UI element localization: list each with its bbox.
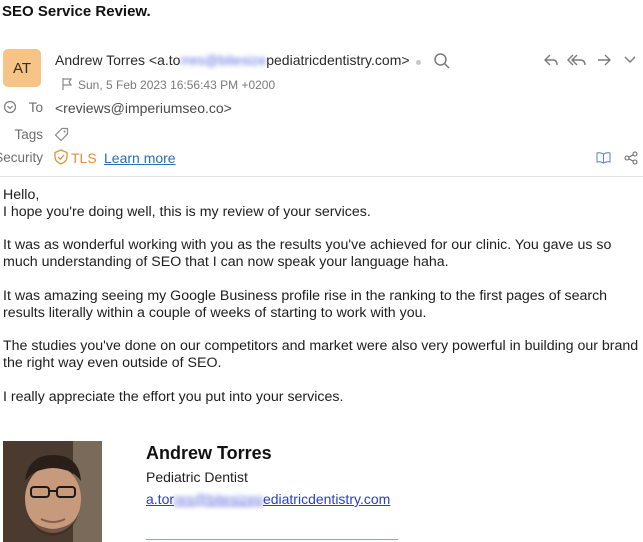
sent-date: Sun, 5 Feb 2023 16:56:43 PM +0200 [78, 78, 276, 92]
share-icon[interactable] [624, 151, 638, 165]
sender-email[interactable]: <a.torres@bitesizepediatricdentistry.com… [149, 52, 410, 68]
reply-all-icon[interactable] [567, 52, 587, 68]
tags-label: Tags [14, 127, 43, 142]
tag-icon[interactable] [54, 127, 69, 142]
flag-icon[interactable] [61, 77, 73, 91]
signature-name: Andrew Torres [146, 443, 272, 463]
shield-icon [54, 149, 68, 165]
signature-photo [3, 441, 102, 542]
to-label: To [28, 100, 43, 115]
to-recipient[interactable]: <reviews@imperiumseo.co> [55, 100, 232, 116]
book-icon[interactable] [596, 151, 611, 164]
search-icon[interactable] [433, 52, 451, 70]
sender-line[interactable]: Andrew Torres <a.torres@bitesizepediatri… [55, 52, 410, 68]
expand-recipients-icon[interactable] [3, 100, 17, 114]
sender-name: Andrew Torres [55, 52, 146, 68]
avatar[interactable]: AT [3, 49, 41, 87]
tls-label: TLS [71, 150, 97, 166]
forward-icon[interactable] [596, 52, 612, 68]
email-subject: SEO Service Review. [2, 3, 151, 20]
signature-divider [146, 539, 398, 540]
learn-more-link[interactable]: Learn more [104, 150, 176, 166]
body-paragraph: I really appreciate the effort you put i… [3, 388, 344, 405]
message-body: Hello, I hope you're doing well, this is … [3, 187, 639, 422]
signature-email-link[interactable]: a.torres@bitesizepediatricdentistry.com [146, 491, 390, 507]
header-divider [0, 176, 643, 177]
signature-title: Pediatric Dentist [146, 469, 248, 485]
body-paragraph: It was amazing seeing my Google Business… [3, 287, 608, 321]
online-dot-icon [416, 60, 421, 65]
body-paragraph: I hope you're doing well, this is my rev… [3, 203, 371, 220]
redacted-text: res@bitesizep [174, 491, 263, 507]
body-paragraph: The studies you've done on our competito… [3, 338, 639, 371]
reply-icon[interactable] [543, 52, 559, 68]
greeting: Hello, [3, 187, 40, 203]
body-paragraph: It was as wonderful working with you as … [3, 237, 612, 271]
chevron-down-icon[interactable] [624, 55, 636, 65]
redacted-text: rres@bitesize [180, 52, 267, 68]
security-label: Security [0, 150, 43, 165]
